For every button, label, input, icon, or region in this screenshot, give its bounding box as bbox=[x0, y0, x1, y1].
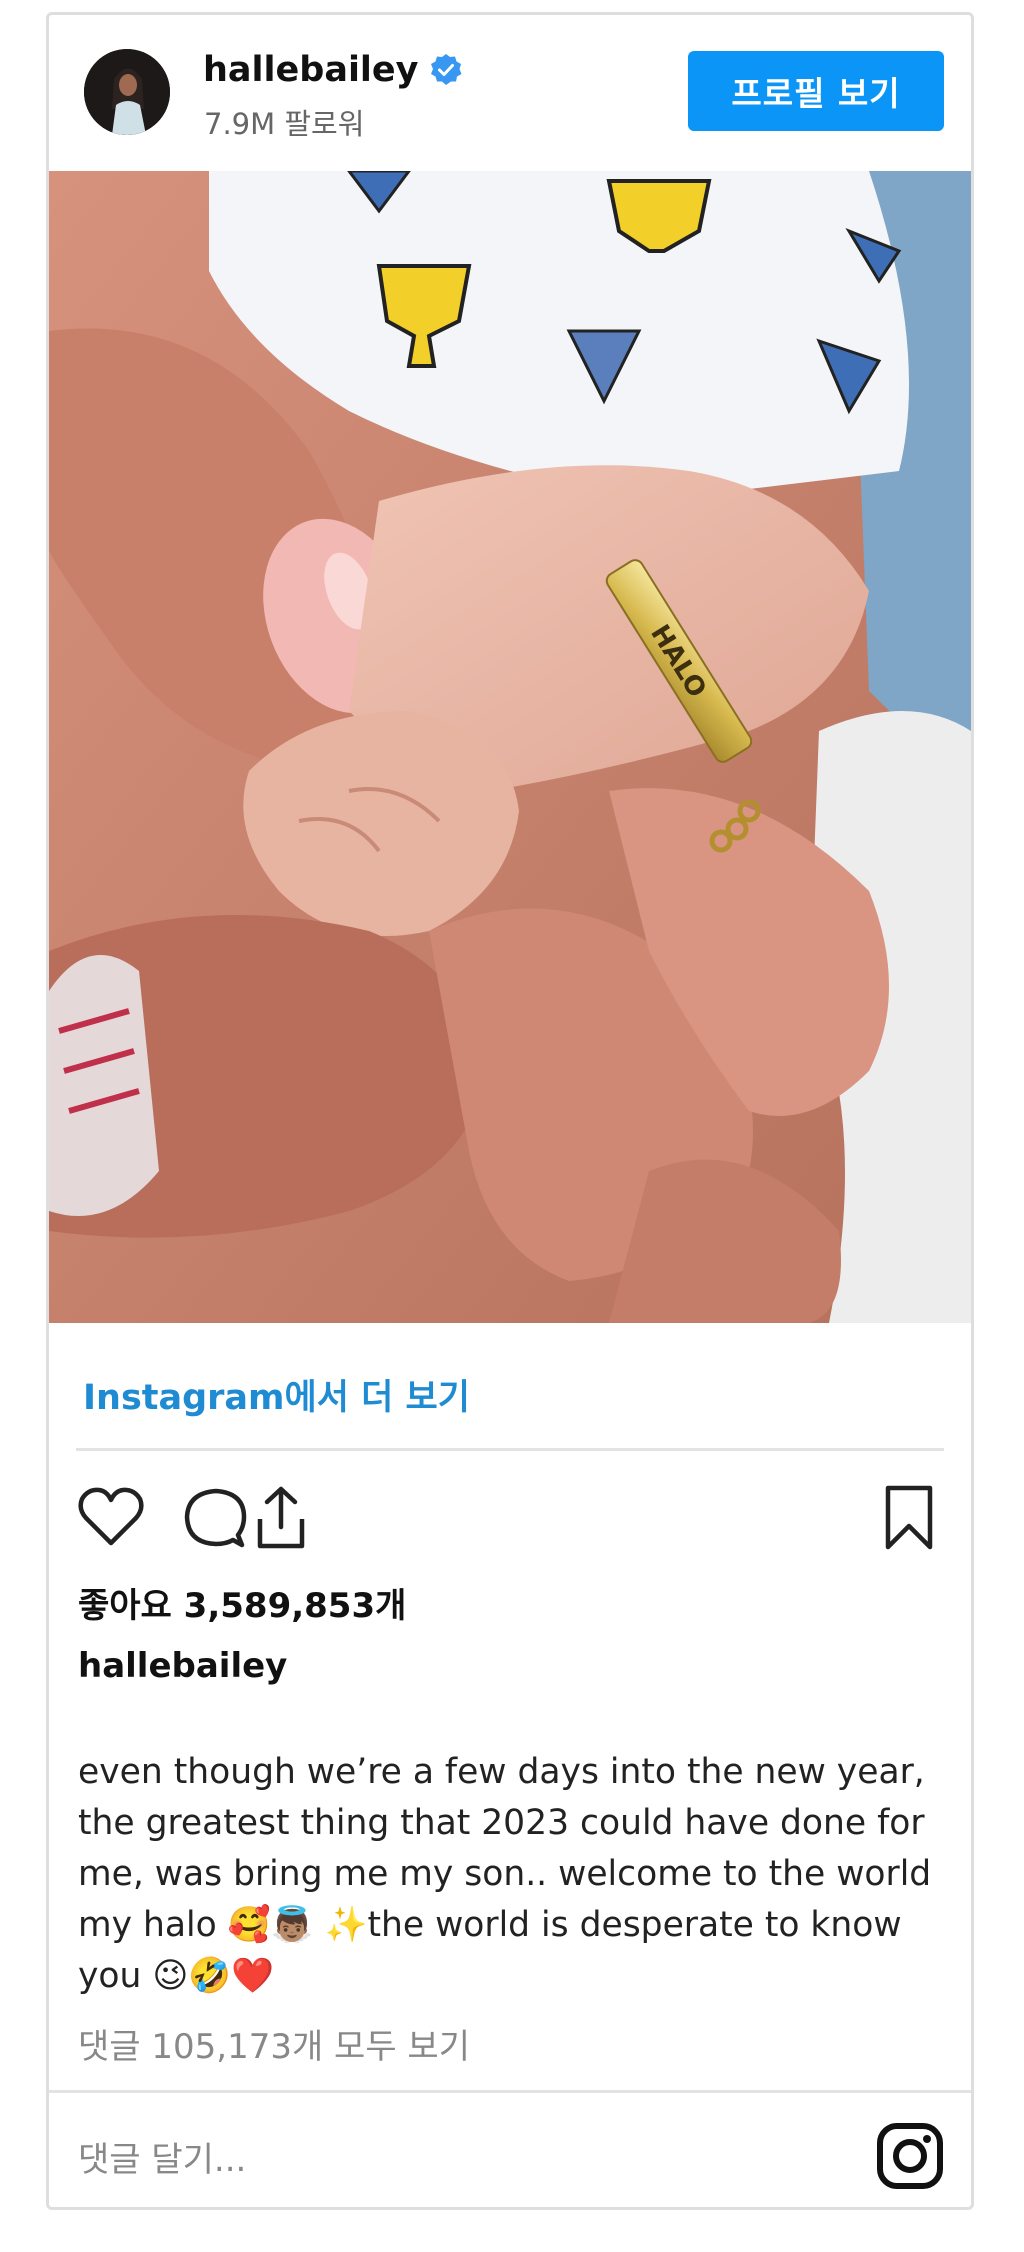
caption-line: you 😉🤣❤️ bbox=[78, 1956, 275, 1996]
divider bbox=[76, 1448, 944, 1451]
caption-line: me, was bring me my son.. welcome to the… bbox=[78, 1854, 932, 1894]
caption-line: even though we’re a few days into the ne… bbox=[78, 1752, 925, 1792]
like-count[interactable]: 좋아요 3,589,853개 bbox=[78, 1578, 406, 1627]
bookmark-icon[interactable] bbox=[874, 1483, 944, 1553]
username[interactable]: hallebailey bbox=[203, 50, 463, 90]
caption-line: the greatest thing that 2023 could have … bbox=[78, 1803, 925, 1843]
heart-icon[interactable] bbox=[76, 1483, 146, 1553]
view-more-on-instagram-link[interactable]: Instagram에서 더 보기 bbox=[83, 1369, 470, 1420]
instagram-embed-card: hallebailey 7.9M 팔로워 프로필 보기 HALO Instagr… bbox=[46, 12, 974, 2210]
avatar[interactable] bbox=[84, 49, 170, 135]
view-all-comments-link[interactable]: 댓글 105,173개 모두 보기 bbox=[78, 2019, 470, 2068]
verified-badge-icon bbox=[429, 53, 463, 87]
caption-username[interactable]: hallebailey bbox=[78, 1646, 287, 1686]
caption-line: my halo 🥰👼🏽 ✨the world is desperate to k… bbox=[78, 1905, 902, 1945]
follower-count: 7.9M 팔로워 bbox=[204, 107, 365, 141]
post-caption: even though we’re a few days into the ne… bbox=[78, 1747, 958, 2002]
comment-bubble-icon[interactable] bbox=[180, 1483, 250, 1553]
add-comment-input[interactable] bbox=[78, 2140, 778, 2180]
share-icon[interactable] bbox=[246, 1483, 316, 1553]
view-profile-button[interactable]: 프로필 보기 bbox=[688, 51, 944, 131]
post-image[interactable]: HALO bbox=[49, 171, 971, 1323]
divider bbox=[49, 2090, 971, 2093]
post-header: hallebailey 7.9M 팔로워 프로필 보기 bbox=[49, 15, 971, 170]
action-bar bbox=[76, 1477, 944, 1567]
instagram-logo-icon[interactable] bbox=[875, 2121, 945, 2191]
username-text[interactable]: hallebailey bbox=[203, 50, 419, 90]
